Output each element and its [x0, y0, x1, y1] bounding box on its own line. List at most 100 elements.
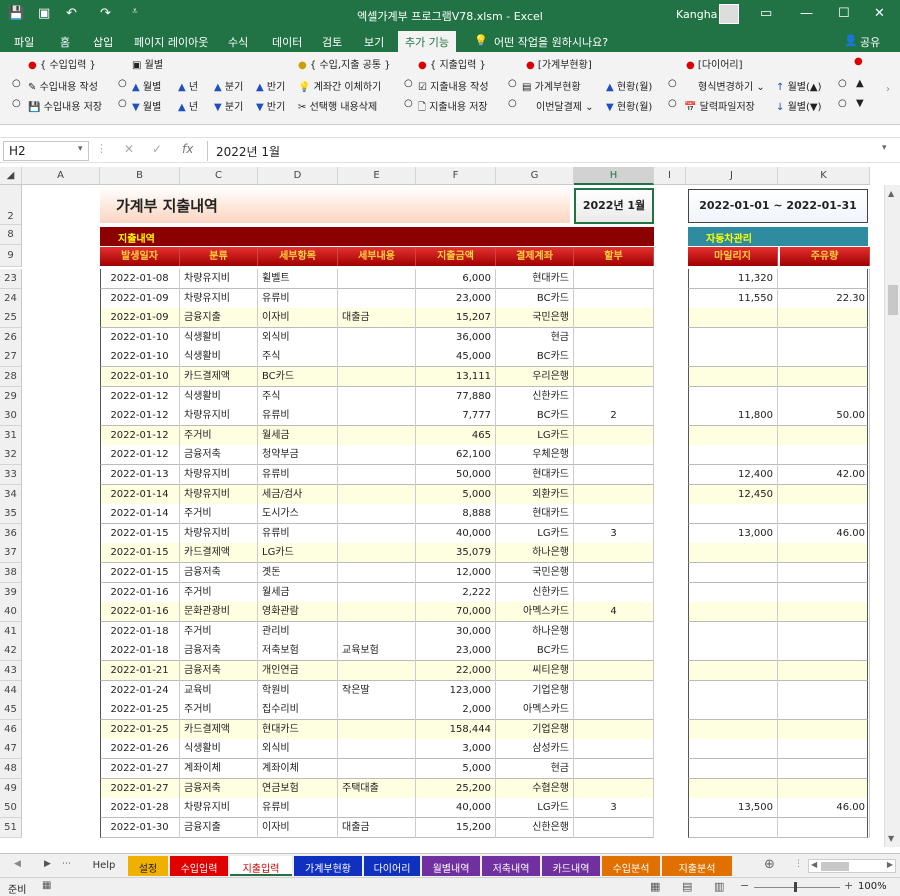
cell-date[interactable]: 2022-01-30 — [100, 818, 180, 838]
cell-date[interactable]: 2022-01-14 — [100, 485, 180, 505]
cell-date[interactable]: 2022-01-09 — [100, 308, 180, 328]
cell-date[interactable]: 2022-01-25 — [100, 700, 180, 720]
sheet-tab[interactable]: 수입입력 — [170, 856, 228, 876]
cell-detail[interactable] — [338, 543, 416, 563]
sheet-tab[interactable]: 수입분석 — [602, 856, 660, 876]
cell-mileage[interactable] — [688, 602, 778, 622]
column-header[interactable]: G — [496, 167, 574, 185]
status-month-down-button[interactable]: ▼ 현황(월) — [606, 98, 652, 113]
cell-account[interactable]: 기업은행 — [496, 720, 574, 740]
tab-data[interactable]: 데이터 — [272, 34, 302, 50]
cell-account[interactable]: 현금 — [496, 328, 574, 348]
row-header[interactable]: 35 — [0, 504, 22, 524]
cell-item[interactable]: BC카드 — [258, 367, 338, 387]
cell-account[interactable]: 씨티은행 — [496, 661, 574, 681]
cell-date[interactable]: 2022-01-25 — [100, 720, 180, 740]
cell-detail[interactable] — [338, 563, 416, 583]
vertical-scrollbar[interactable]: ▲ ▼ — [884, 185, 900, 847]
cell-mileage[interactable] — [688, 681, 778, 701]
cell-fuel[interactable] — [778, 387, 870, 407]
cell-item[interactable]: 관리비 — [258, 622, 338, 642]
cell-fuel[interactable] — [778, 759, 870, 779]
cell-fuel[interactable] — [778, 583, 870, 603]
cell-amount[interactable]: 5,000 — [416, 485, 496, 505]
cell-mileage[interactable]: 12,400 — [688, 465, 778, 485]
cell-date[interactable]: 2022-01-16 — [100, 602, 180, 622]
tab-formulas[interactable]: 수식 — [228, 34, 248, 50]
cell-inst[interactable] — [574, 308, 654, 328]
cell-account[interactable]: 신한은행 — [496, 818, 574, 838]
cell-item[interactable]: 세금/검사 — [258, 485, 338, 505]
row-header[interactable]: 45 — [0, 700, 22, 720]
cell-detail[interactable] — [338, 445, 416, 465]
cell-inst[interactable] — [574, 465, 654, 485]
cell-item[interactable]: 유류비 — [258, 465, 338, 485]
cell-cat[interactable]: 식생활비 — [180, 328, 258, 348]
row-header[interactable]: 37 — [0, 543, 22, 563]
cell-cat[interactable]: 문화관광비 — [180, 602, 258, 622]
user-name[interactable]: Kangha — [676, 8, 717, 21]
radio-icon[interactable]: ○ — [838, 78, 847, 89]
cell-item[interactable]: 주식 — [258, 387, 338, 407]
prev-sheet-icon[interactable]: ◀ — [14, 859, 21, 869]
cell-amount[interactable]: 2,000 — [416, 700, 496, 720]
triangle-up-icon[interactable]: ▲ — [856, 78, 864, 89]
cell-mileage[interactable] — [688, 328, 778, 348]
select-all-corner[interactable]: ◢ — [0, 167, 22, 185]
cell-inst[interactable] — [574, 563, 654, 583]
cell-detail[interactable] — [338, 739, 416, 759]
cell-inst[interactable] — [574, 504, 654, 524]
cell-date[interactable]: 2022-01-10 — [100, 347, 180, 367]
cell-detail[interactable] — [338, 465, 416, 485]
cell-item[interactable]: 외식비 — [258, 328, 338, 348]
half-up-button[interactable]: ▲ 반기 — [256, 78, 285, 93]
cell-fuel[interactable] — [778, 818, 870, 838]
sheet-tab[interactable]: 다이어리 — [364, 856, 420, 876]
cell-date[interactable]: 2022-01-21 — [100, 661, 180, 681]
cell-cat[interactable]: 차량유지비 — [180, 406, 258, 426]
monthly-up-button[interactable]: ▲ 월별 — [132, 78, 161, 93]
sheet-tab[interactable]: 지출분석 — [662, 856, 732, 876]
cell-fuel[interactable] — [778, 661, 870, 681]
cell-fuel[interactable] — [778, 641, 870, 661]
year-down-button[interactable]: ▲ 년 — [178, 98, 198, 113]
cell-inst[interactable] — [574, 759, 654, 779]
cell-account[interactable]: BC카드 — [496, 289, 574, 309]
cell-inst[interactable] — [574, 347, 654, 367]
cell-inst[interactable]: 3 — [574, 798, 654, 818]
cell-item[interactable]: 청약부금 — [258, 445, 338, 465]
cell-cat[interactable]: 식생활비 — [180, 739, 258, 759]
page-break-view-icon[interactable]: ▥ — [714, 880, 724, 893]
cell-account[interactable]: 국민은행 — [496, 563, 574, 583]
add-sheet-icon[interactable]: ⊕ — [764, 857, 775, 872]
cell-fuel[interactable] — [778, 563, 870, 583]
tell-me-box[interactable]: 어떤 작업을 원하시나요? — [494, 34, 608, 50]
row-header[interactable]: 50 — [0, 798, 22, 818]
share-button[interactable]: 공유 — [860, 34, 880, 50]
normal-view-icon[interactable]: ▦ — [650, 880, 660, 893]
income-write-button[interactable]: ✎ 수입내용 작성 — [28, 78, 98, 93]
cell-inst[interactable] — [574, 445, 654, 465]
cell-mileage[interactable] — [688, 759, 778, 779]
cell-mileage[interactable] — [688, 779, 778, 799]
cell-date[interactable]: 2022-01-12 — [100, 387, 180, 407]
cell-detail[interactable] — [338, 269, 416, 289]
cell-account[interactable]: 외환카드 — [496, 485, 574, 505]
tab-insert[interactable]: 삽입 — [93, 34, 113, 50]
cell-item[interactable]: 주식 — [258, 347, 338, 367]
cell-mileage[interactable] — [688, 700, 778, 720]
cell-detail[interactable] — [338, 602, 416, 622]
cell-inst[interactable] — [574, 818, 654, 838]
more-sheets-icon[interactable]: ⋯ — [62, 859, 71, 869]
cell-mileage[interactable] — [688, 720, 778, 740]
cell-detail[interactable]: 교육보험 — [338, 641, 416, 661]
row-header[interactable]: 30 — [0, 406, 22, 426]
cell-detail[interactable] — [338, 328, 416, 348]
cell-cat[interactable]: 차량유지비 — [180, 485, 258, 505]
cell-date[interactable]: 2022-01-15 — [100, 524, 180, 544]
cell-cat[interactable]: 금융저축 — [180, 563, 258, 583]
monthly-up-diary-button[interactable]: ↑ 월별(▲) — [776, 78, 821, 93]
sheet-tab[interactable]: 지출입력 — [230, 856, 292, 876]
cell-account[interactable]: BC카드 — [496, 406, 574, 426]
tab-review[interactable]: 검토 — [322, 34, 342, 50]
